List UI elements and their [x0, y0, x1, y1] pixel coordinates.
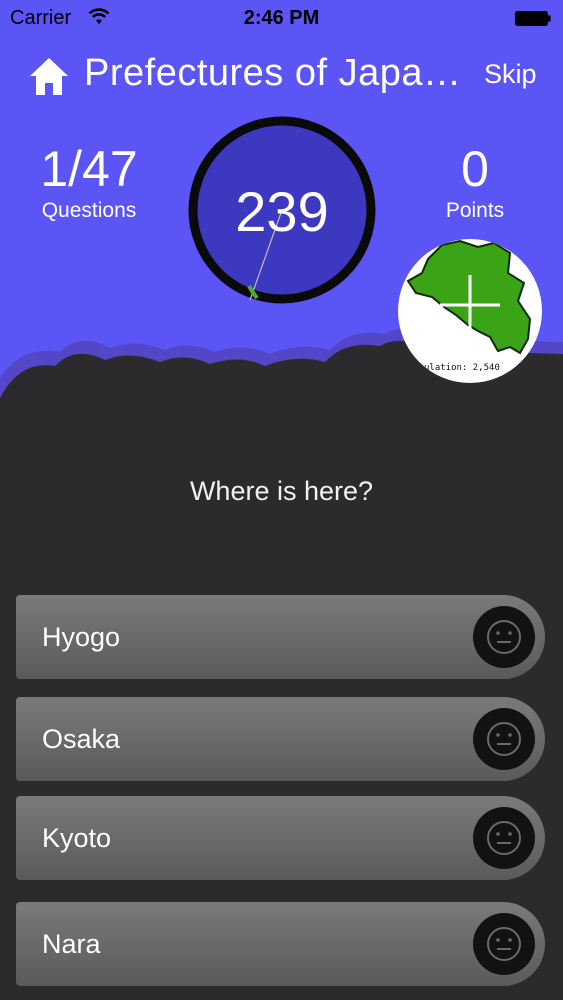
status-bar: Carrier 2:46 PM — [0, 0, 563, 38]
map-population-text: ulation: 2,540 — [424, 363, 500, 373]
questions-value: 1/47 — [40, 141, 138, 197]
prefecture-shape-icon — [406, 239, 532, 355]
questions-counter: 1/47 Questions — [28, 140, 150, 224]
points-value: 0 — [461, 141, 489, 197]
question-text: Where is here? — [189, 476, 374, 506]
neutral-face-icon — [473, 913, 535, 975]
points-counter: 0 Points — [420, 140, 530, 224]
neutral-face-icon — [473, 807, 535, 869]
skip-button[interactable]: Skip — [484, 59, 537, 90]
questions-label: Questions — [41, 199, 137, 222]
page-title: Prefectures of Japa… — [84, 52, 462, 94]
answer-option-4[interactable]: Nara — [16, 902, 545, 986]
timer-value: 239 — [235, 180, 329, 243]
prefecture-map-thumbnail: ulation: 2,540 — [398, 239, 542, 383]
answer-option-2[interactable]: Osaka — [16, 697, 545, 781]
answer-label: Hyogo — [42, 622, 121, 652]
neutral-face-icon — [473, 606, 535, 668]
answer-option-3[interactable]: Kyoto — [16, 796, 545, 880]
home-icon[interactable] — [28, 55, 70, 97]
answer-option-1[interactable]: Hyogo — [16, 595, 545, 679]
answer-label: Osaka — [42, 724, 121, 754]
neutral-face-icon — [473, 708, 535, 770]
clock-time: 2:46 PM — [243, 7, 320, 29]
battery-icon — [515, 11, 551, 26]
points-label: Points — [445, 199, 505, 222]
answer-label: Nara — [42, 929, 101, 959]
answer-label: Kyoto — [42, 823, 112, 853]
